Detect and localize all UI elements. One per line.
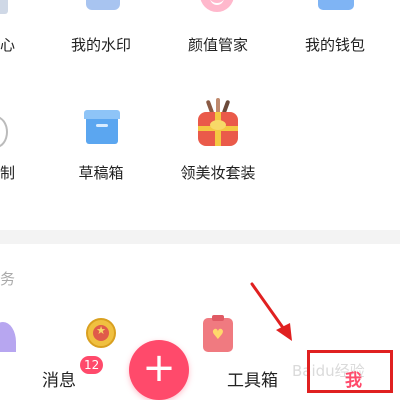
annotation-highlight-box — [307, 350, 393, 393]
create-plus-button[interactable]: + — [129, 340, 189, 400]
section-divider — [0, 230, 400, 244]
grid-item-drafts[interactable]: 草稿箱 — [78, 162, 123, 183]
grid-item-makeup-set[interactable]: 领美妆套装 — [180, 162, 255, 183]
nav-tab-messages[interactable]: 消息 — [42, 366, 76, 391]
grid-item-label-partial-2[interactable]: 制 — [0, 162, 15, 183]
clipboard-heart-icon[interactable]: ♥ — [203, 315, 233, 352]
makeup-gift-icon[interactable] — [196, 98, 240, 148]
partial-feature-icon[interactable] — [0, 0, 8, 14]
grid-item-my-wallet[interactable]: 我的钱包 — [305, 34, 365, 55]
arrow-annotation — [250, 282, 292, 341]
wallet-icon[interactable] — [318, 0, 354, 10]
grid-item-my-watermark[interactable]: 我的水印 — [71, 34, 131, 55]
grid-item-label-partial[interactable]: 心 — [0, 34, 15, 55]
watermark-icon[interactable] — [86, 0, 120, 10]
messages-badge: 12 — [80, 356, 104, 374]
nav-tab-toolbox[interactable]: 工具箱 — [227, 366, 278, 391]
grid-item-beauty-manager[interactable]: 颜值管家 — [188, 34, 248, 55]
partial-feature-icon-2[interactable] — [0, 116, 8, 148]
section-title-partial: 务 — [0, 270, 16, 288]
beauty-manager-icon[interactable] — [200, 0, 234, 12]
medal-icon[interactable]: ★ — [86, 318, 116, 348]
drafts-box-icon[interactable] — [84, 110, 120, 144]
